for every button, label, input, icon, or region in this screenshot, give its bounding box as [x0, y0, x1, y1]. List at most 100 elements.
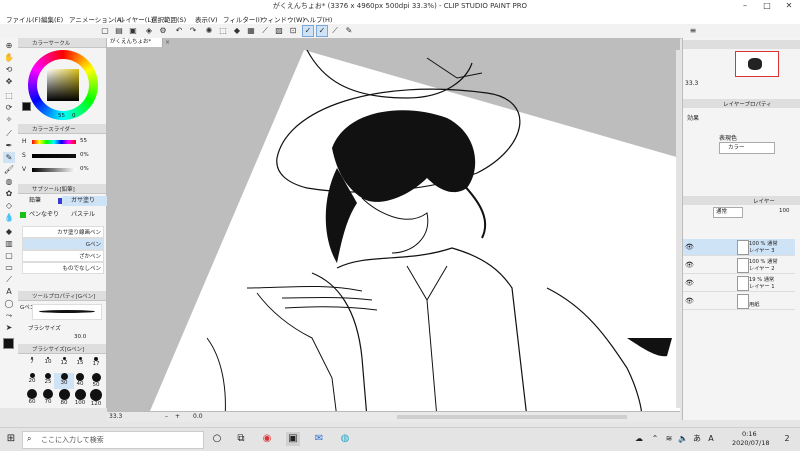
frame-icon[interactable]: ▭ [3, 262, 15, 273]
brush-item[interactable]: ざかペン [22, 250, 104, 262]
new-file-icon[interactable]: ▢ [100, 26, 110, 36]
visibility-icon[interactable]: 👁 [685, 297, 694, 305]
network-icon[interactable]: ☁ [632, 432, 646, 446]
clock-date[interactable]: 2020/07/18 [732, 439, 769, 447]
ime-icon[interactable]: A [704, 432, 718, 446]
move-icon[interactable]: ✥ [3, 76, 15, 87]
menu-file[interactable]: ファイル(F) [6, 14, 41, 24]
hue-bar[interactable] [32, 140, 76, 144]
clip-studio-launcher-icon[interactable]: ◍ [338, 432, 352, 446]
brush-item[interactable]: カサ塗り線画ペン [22, 226, 104, 238]
correct-line-icon[interactable]: ⤳ [3, 310, 15, 321]
menu-help[interactable]: ヘルプ(H) [303, 14, 332, 24]
decoration-icon[interactable]: ✿ [3, 188, 15, 199]
cortana-icon[interactable]: ○ [210, 432, 224, 446]
redo-icon[interactable]: ↷ [188, 26, 198, 36]
zoom-icon[interactable]: ⊕ [3, 40, 15, 51]
subtool-tab-gasa[interactable]: ガサ塗り [62, 196, 111, 206]
balloon-icon[interactable]: ◯ [3, 298, 15, 309]
brush-icon[interactable]: 🖌 [3, 164, 15, 175]
panel-menu-icon[interactable]: ≡ [688, 26, 698, 36]
navigator-preview[interactable] [735, 51, 779, 77]
airbrush-icon[interactable]: ◍ [3, 176, 15, 187]
visibility-icon[interactable]: 👁 [685, 243, 694, 251]
visibility-icon[interactable]: 👁 [685, 279, 694, 287]
trim-icon[interactable]: ▦ [246, 26, 256, 36]
color-wheel[interactable] [28, 50, 98, 120]
rotate-icon[interactable]: ⟲ [3, 64, 15, 75]
eyedropper-icon[interactable]: ⟋ [3, 128, 15, 139]
undo-icon[interactable]: ↶ [174, 26, 184, 36]
canvas-area[interactable]: がくえんちょお* × [107, 38, 680, 418]
lasso-icon[interactable]: ⟳ [3, 102, 15, 113]
brush-size-cell[interactable]: 120 [86, 389, 106, 407]
maximize-button[interactable]: □ [756, 0, 778, 12]
subtool-tab-pastel[interactable]: パステル [62, 210, 111, 220]
rotation-value[interactable]: 0.0 [193, 413, 203, 420]
invert-selection-icon[interactable]: ▨ [274, 26, 284, 36]
gradient-icon[interactable]: ▥ [3, 238, 15, 249]
value-slider[interactable]: V 0% [22, 166, 102, 174]
menu-filter[interactable]: フィルター(I) [223, 14, 262, 24]
brush-size-cell[interactable]: 17 [86, 357, 106, 373]
settings-icon[interactable]: ⚙ [158, 26, 168, 36]
fill-bucket-icon[interactable]: ◆ [3, 226, 15, 237]
subtool-tab-pen-trace[interactable]: ペンなぞり [20, 210, 67, 220]
menu-edit[interactable]: 編集(E) [41, 14, 63, 24]
taskbar-search-box[interactable]: ⌕ ここに入力して検索 [22, 431, 204, 449]
mail-icon[interactable]: ✉ [312, 432, 326, 446]
navigator-zoom[interactable]: 33.3 [685, 80, 698, 87]
operation-icon[interactable]: ➤ [3, 322, 15, 333]
clock-time[interactable]: 0:16 [742, 430, 757, 438]
menu-view[interactable]: 表示(V) [195, 14, 218, 24]
task-view-icon[interactable]: ⧉ [234, 432, 248, 446]
fill-icon[interactable]: ◆ [232, 26, 242, 36]
value-bar[interactable] [32, 168, 76, 172]
menu-selection[interactable]: 選択範囲(S) [151, 14, 186, 24]
saturation-slider[interactable]: S 0% [22, 152, 102, 160]
saturation-value-box[interactable] [47, 69, 79, 101]
minimize-button[interactable]: – [734, 0, 756, 12]
brush-item[interactable]: Gペン [22, 238, 104, 250]
snap-special-ruler-icon[interactable]: ✓ [316, 25, 328, 37]
snap-grid-icon[interactable]: ⟋ [330, 26, 340, 36]
layer-row[interactable]: 👁 用紙 [683, 293, 795, 310]
brush-item[interactable]: ものでなしペン [22, 262, 104, 274]
select-icon[interactable]: ⬚ [3, 90, 15, 101]
zoom-plus-button[interactable]: + [175, 413, 180, 420]
language-icon[interactable]: あ [690, 432, 704, 446]
windows-start-icon[interactable]: ⊞ [4, 432, 18, 446]
menu-animation[interactable]: アニメーション(A) [69, 14, 124, 24]
layer-row[interactable]: 👁 19 % 通常 レイヤー 1 [683, 275, 795, 292]
text-icon[interactable]: A [3, 286, 15, 297]
menu-window[interactable]: ウィンドウ(W) [261, 14, 305, 24]
layer-row[interactable]: 👁 100 % 通常 レイヤー 2 [683, 257, 795, 274]
layers-tab[interactable]: レイヤー [753, 197, 775, 205]
volume-icon[interactable]: 🔈 [676, 432, 690, 446]
brush-size-cell[interactable]: 50 [86, 373, 106, 389]
deselect-icon[interactable]: ⟋ [260, 26, 270, 36]
wifi-icon[interactable]: ≋ [662, 432, 676, 446]
chrome-icon[interactable]: ◉ [260, 432, 274, 446]
horizontal-scrollbar[interactable] [397, 415, 627, 419]
pencil-icon[interactable]: ✎ [3, 152, 15, 163]
blend-mode-select[interactable]: 通常 [713, 207, 743, 218]
saturation-bar[interactable] [32, 154, 76, 158]
clip-studio-taskbar-icon[interactable]: ▣ [286, 432, 300, 446]
layer-row[interactable]: 👁 100 % 通常 レイヤー 3 [683, 239, 795, 256]
wand-icon[interactable]: ✧ [3, 114, 15, 125]
main-color-swatch[interactable] [3, 338, 14, 349]
artwork-canvas[interactable] [107, 38, 680, 418]
up-arrow-icon[interactable]: ⌃ [648, 432, 662, 446]
layer-opacity[interactable]: 100 [779, 208, 790, 214]
hand-icon[interactable]: ✋ [3, 52, 15, 63]
zoom-readout[interactable]: 33.3 [109, 413, 122, 420]
snap-ruler-icon[interactable]: ✓ [302, 25, 314, 37]
clear-icon[interactable]: ✺ [204, 26, 214, 36]
close-button[interactable]: ✕ [778, 0, 800, 12]
vertical-scrollbar[interactable] [676, 50, 681, 408]
save-icon[interactable]: ▣ [128, 26, 138, 36]
ruler-icon[interactable]: ✎ [344, 26, 354, 36]
blend-icon[interactable]: 💧 [3, 212, 15, 223]
hue-slider[interactable]: H 55 [22, 138, 102, 146]
